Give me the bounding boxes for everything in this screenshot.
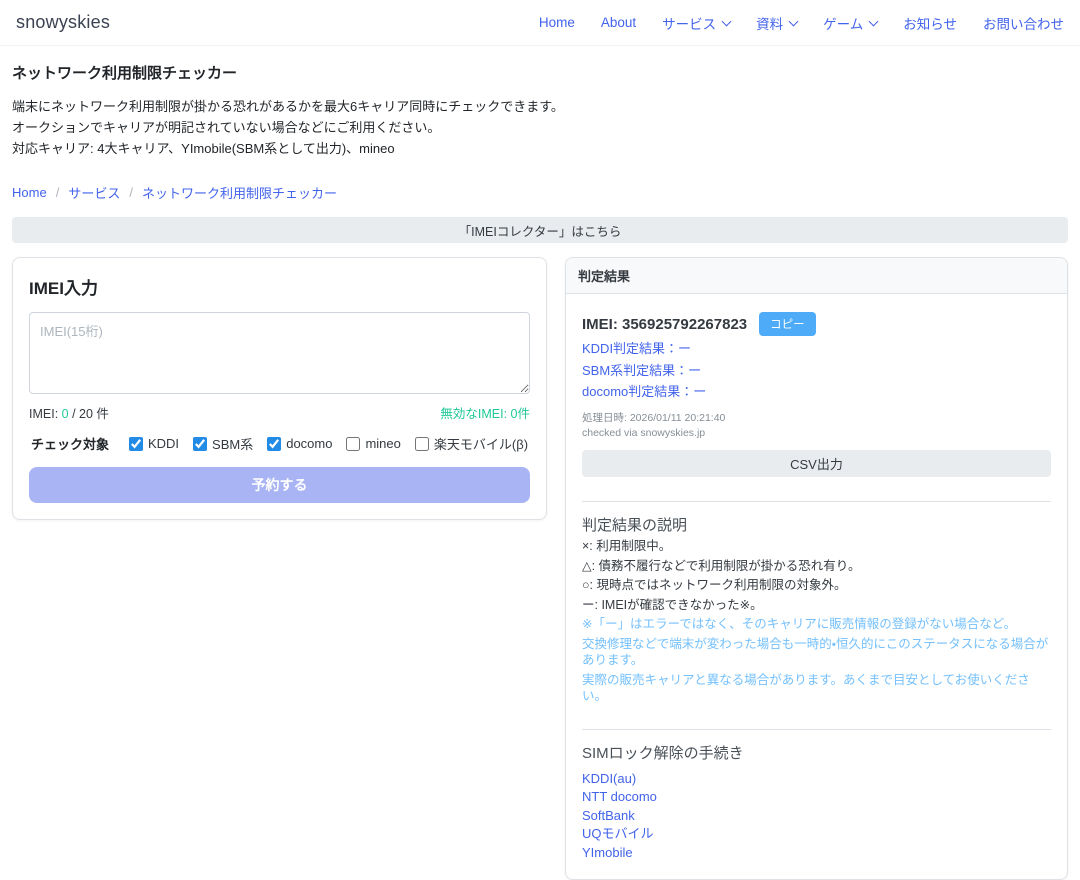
nav-item-home[interactable]: Home	[539, 15, 575, 30]
main-content: ネットワーク利用制限チェッカー 端末にネットワーク利用制限が掛かる恐れがあるかを…	[0, 62, 1080, 880]
imei-count: IMEI: 0 / 20 件	[29, 403, 109, 422]
result-card-body: IMEI: 356925792267823 コピー KDDI判定結果：ー SBM…	[566, 294, 1067, 878]
imei-input-title: IMEI入力	[29, 274, 530, 299]
nav-item-documents[interactable]: 資料	[756, 13, 797, 33]
top-navbar: snowyskies Home About サービス 資料 ゲーム お知らせ お…	[0, 0, 1080, 46]
explanation-line: ○: 現時点ではネットワーク利用制限の対象外。	[582, 577, 1051, 594]
checkbox-mineo-input[interactable]	[346, 437, 360, 451]
result-card: 判定結果 IMEI: 356925792267823 コピー KDDI判定結果：…	[565, 257, 1068, 879]
copy-button[interactable]: コピー	[759, 312, 816, 336]
explanation-note: ※「ー」はエラーではなく、そのキャリアに販売情報の登録がない場合など。	[582, 616, 1051, 633]
checked-via: checked via snowyskies.jp	[582, 426, 1051, 441]
checkbox-kddi[interactable]: KDDI	[129, 436, 179, 451]
breadcrumb-current[interactable]: ネットワーク利用制限チェッカー	[142, 183, 337, 202]
reserve-button[interactable]: 予約する	[29, 467, 530, 503]
page-title: ネットワーク利用制限チェッカー	[12, 62, 1068, 83]
checkbox-docomo[interactable]: docomo	[267, 436, 332, 451]
result-card-header: 判定結果	[566, 258, 1067, 294]
explanation-title: 判定結果の説明	[582, 514, 1051, 535]
nav-item-about[interactable]: About	[601, 15, 636, 30]
checkbox-mineo[interactable]: mineo	[346, 436, 400, 451]
simlock-link-docomo[interactable]: NTT docomo	[582, 789, 1051, 805]
imei-count-value: 0	[62, 407, 69, 421]
imei-collector-banner-link[interactable]: 「IMEIコレクター」はこちら	[12, 217, 1068, 243]
divider	[582, 501, 1051, 502]
nav-item-contact[interactable]: お問い合わせ	[983, 13, 1064, 33]
docomo-result-line: docomo判定結果：ー	[582, 383, 1051, 400]
checkbox-sbm[interactable]: SBM系	[193, 434, 253, 453]
imei-input-card: IMEI入力 IMEI: 0 / 20 件 無効なIMEI: 0件 チェック対象…	[12, 257, 547, 520]
invalid-imei-count: 無効なIMEI: 0件	[440, 403, 530, 422]
simlock-link-uqmobile[interactable]: UQモバイル	[582, 826, 1051, 842]
simlock-link-ymobile[interactable]: YImobile	[582, 845, 1051, 861]
processed-timestamp: 処理日時: 2026/01/11 20:21:40	[582, 411, 1051, 426]
breadcrumb-separator: /	[129, 185, 133, 200]
checkbox-kddi-input[interactable]	[129, 437, 143, 451]
chevron-down-icon	[869, 16, 879, 26]
explanation-line: △: 債務不履行などで利用制限が掛かる恐れ有り。	[582, 558, 1051, 575]
explanation-note: 実際の販売キャリアと異なる場合があります。あくまで目安としてお使いください。	[582, 672, 1051, 705]
imei-counts-row: IMEI: 0 / 20 件 無効なIMEI: 0件	[29, 403, 530, 422]
main-nav: Home About サービス 資料 ゲーム お知らせ お問い合わせ	[539, 13, 1064, 33]
explanation-note: 交換修理などで端末が変わった場合も一時的・恒久的にこのステータスになる場合があり…	[582, 636, 1051, 669]
checkbox-docomo-input[interactable]	[267, 437, 281, 451]
csv-export-button[interactable]: CSV出力	[582, 450, 1051, 477]
simlock-links: KDDI(au) NTT docomo SoftBank UQモバイル YImo…	[582, 771, 1051, 861]
simlock-title: SIMロック解除の手続き	[582, 742, 1051, 763]
simlock-link-kddi[interactable]: KDDI(au)	[582, 771, 1051, 787]
nav-item-services[interactable]: サービス	[662, 13, 730, 33]
checkbox-rakuten[interactable]: 楽天モバイル(β)	[415, 434, 528, 453]
intro-line: 端末にネットワーク利用制限が掛かる恐れがあるかを最大6キャリア同時にチェックでき…	[12, 97, 1068, 118]
chevron-down-icon	[789, 16, 799, 26]
intro-text: 端末にネットワーク利用制限が掛かる恐れがあるかを最大6キャリア同時にチェックでき…	[12, 97, 1068, 159]
check-target-label: チェック対象	[31, 434, 109, 453]
breadcrumb-services[interactable]: サービス	[68, 183, 120, 202]
checkbox-sbm-input[interactable]	[193, 437, 207, 451]
content-columns: IMEI入力 IMEI: 0 / 20 件 無効なIMEI: 0件 チェック対象…	[12, 257, 1068, 879]
imei-input-textarea[interactable]	[29, 312, 530, 394]
simlock-link-softbank[interactable]: SoftBank	[582, 808, 1051, 824]
intro-line: オークションでキャリアが明記されていない場合などにご利用ください。	[12, 118, 1068, 139]
checkbox-rakuten-input[interactable]	[415, 437, 429, 451]
kddi-result-line: KDDI判定結果：ー	[582, 340, 1051, 357]
site-logo[interactable]: snowyskies	[16, 12, 110, 33]
nav-item-news[interactable]: お知らせ	[903, 13, 957, 33]
chevron-down-icon	[722, 16, 732, 26]
breadcrumb-home[interactable]: Home	[12, 185, 47, 200]
intro-line: 対応キャリア: 4大キャリア、YImobile(SBM系として出力)、mineo	[12, 139, 1068, 160]
check-target-row: チェック対象 KDDI SBM系 docomo mineo	[29, 434, 530, 453]
imei-result-value: IMEI: 356925792267823	[582, 316, 747, 333]
imei-result-row: IMEI: 356925792267823 コピー	[582, 312, 1051, 336]
breadcrumb: Home / サービス / ネットワーク利用制限チェッカー	[12, 183, 1068, 202]
breadcrumb-separator: /	[56, 185, 60, 200]
divider	[582, 729, 1051, 730]
result-meta: 処理日時: 2026/01/11 20:21:40 checked via sn…	[582, 411, 1051, 441]
explanation-line: ー: IMEIが確認できなかった※。	[582, 597, 1051, 614]
sbm-result-line: SBM系判定結果：ー	[582, 362, 1051, 379]
explanation-line: ×: 利用制限中。	[582, 538, 1051, 555]
nav-item-games[interactable]: ゲーム	[823, 13, 877, 33]
